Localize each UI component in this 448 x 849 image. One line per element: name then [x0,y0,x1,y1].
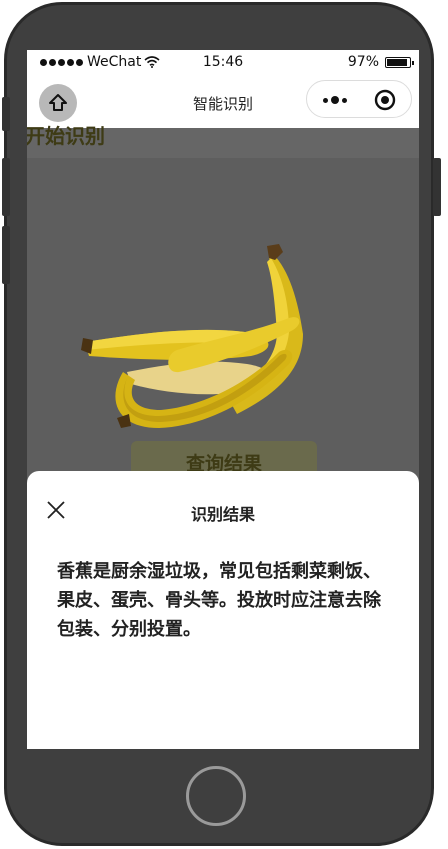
status-bar: WeChat 15:46 97% [27,50,419,76]
battery-group: 97% [347,54,414,70]
result-text: 香蕉是厨余湿垃圾，常见包括剩菜剩饭、果皮、蛋壳、骨头等。投放时应注意去除包装、分… [57,561,381,640]
hardware-home-button[interactable] [186,766,246,826]
mute-switch [2,97,10,131]
battery-icon [385,56,414,68]
capsule-menu [306,80,412,118]
volume-up-button [2,158,10,216]
volume-down-button [2,226,10,284]
battery-fill [387,58,407,66]
more-icon[interactable] [317,90,353,110]
screen: WeChat 15:46 97% 智能识别 开始识别 查询结果 识别结果 香蕉是… [27,50,419,749]
result-sheet: 识别结果 香蕉是厨余湿垃圾，常见包括剩菜剩饭、果皮、蛋壳、骨头等。投放时应注意去… [27,471,419,749]
power-button [433,158,441,216]
battery-percent: 97% [347,54,379,70]
sheet-title: 识别结果 [190,505,255,524]
close-miniprogram-icon[interactable] [373,88,397,112]
